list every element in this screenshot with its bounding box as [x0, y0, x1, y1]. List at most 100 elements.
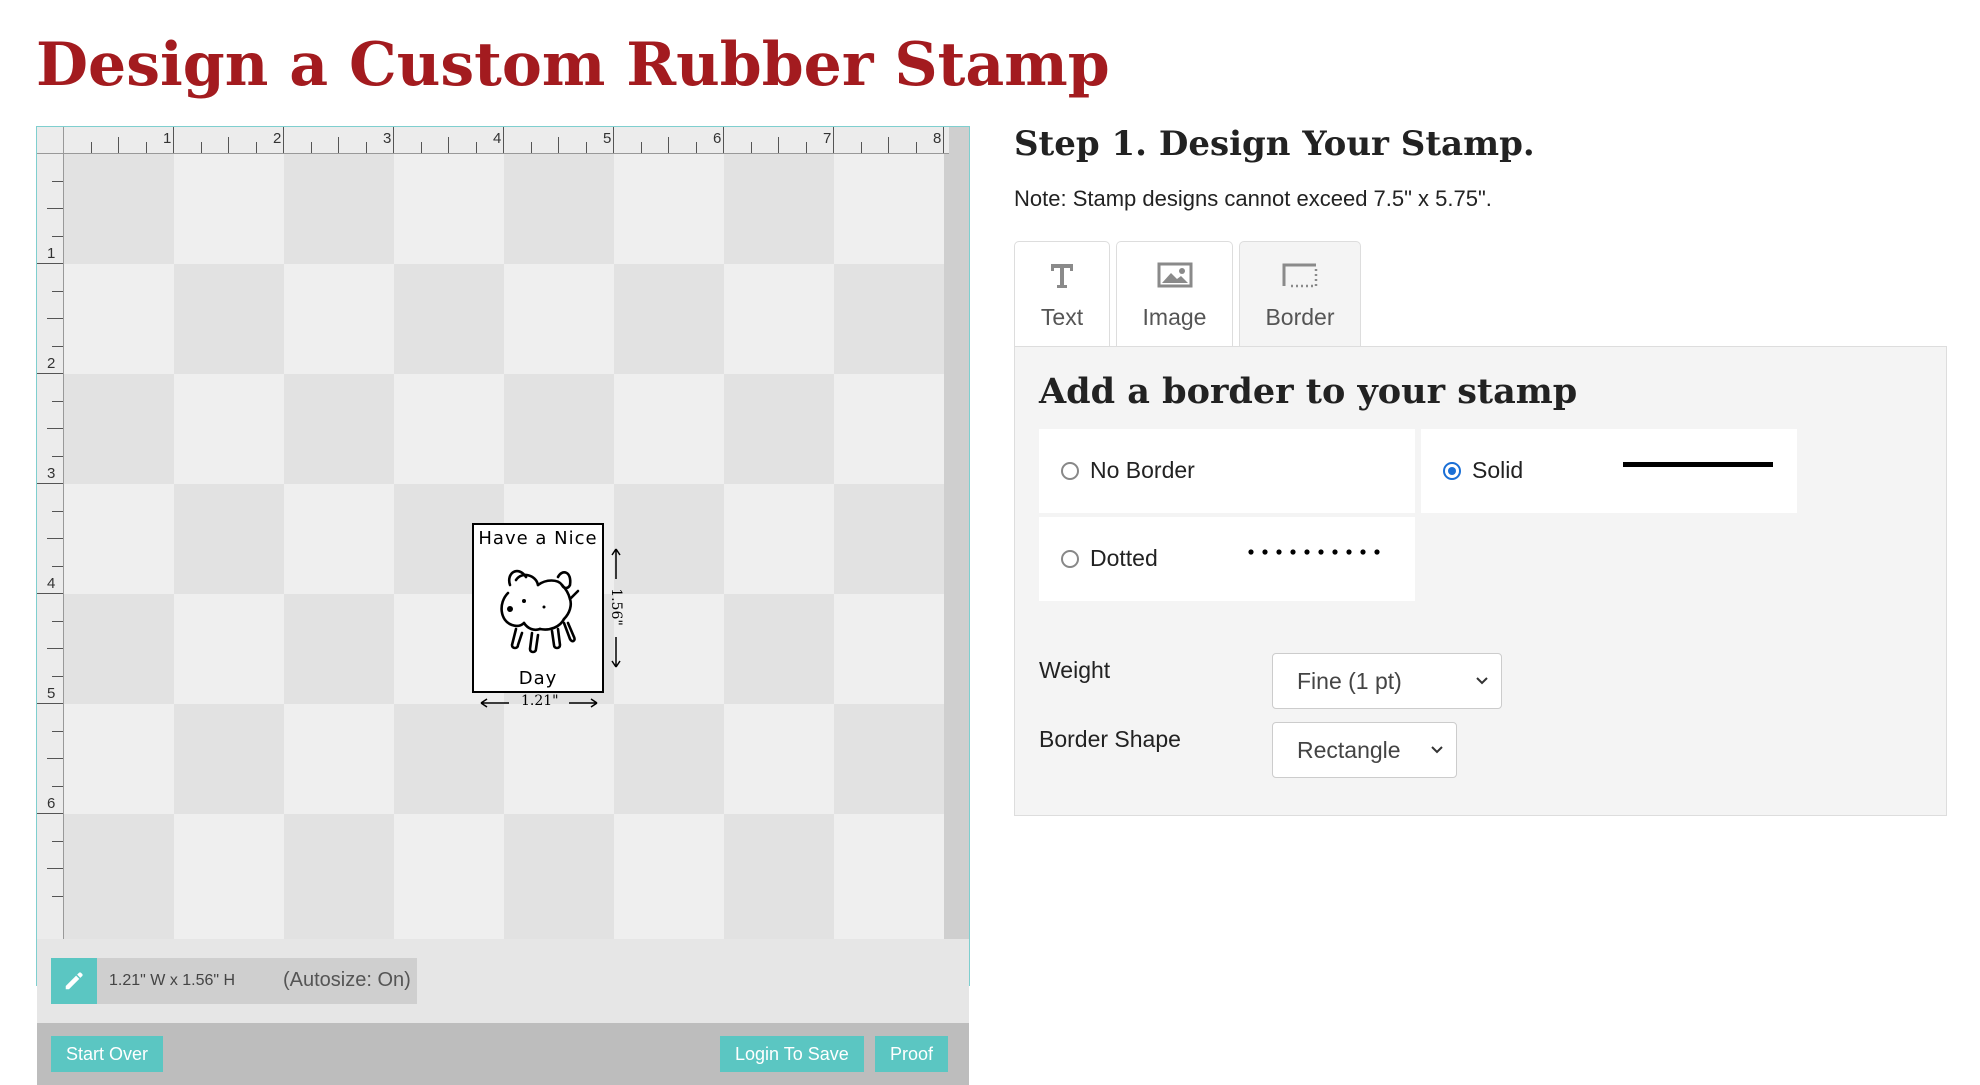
- solid-border-option[interactable]: Solid: [1421, 429, 1797, 513]
- canvas-cell: [834, 704, 944, 814]
- canvas-cell: [174, 814, 284, 939]
- proof-button[interactable]: Proof: [875, 1036, 949, 1072]
- canvas-cell: [724, 484, 834, 594]
- canvas-cell: [834, 374, 944, 484]
- canvas-cell: [614, 814, 724, 939]
- ruler-major-tick: [503, 127, 504, 153]
- ruler-major-tick: [37, 373, 63, 374]
- ruler-major-tick: [613, 127, 614, 153]
- start-over-button[interactable]: Start Over: [51, 1036, 164, 1072]
- canvas-cell: [614, 374, 724, 484]
- no-border-label: No Border: [1090, 457, 1195, 483]
- ruler-minor-tick: [52, 895, 63, 897]
- stamp-bottom-text: Day: [518, 668, 558, 689]
- no-border-option[interactable]: No Border: [1039, 429, 1415, 513]
- stamp-designer: 012345678 123456 Have a Nice: [36, 126, 970, 1085]
- ruler-number: 5: [47, 685, 56, 702]
- tab-border-label: Border: [1265, 304, 1335, 330]
- ruler-major-tick: [37, 813, 63, 814]
- canvas-cell: [834, 264, 944, 374]
- border-shape-select[interactable]: Rectangle: [1272, 722, 1457, 778]
- solid-radio[interactable]: [1443, 462, 1461, 480]
- dotted-radio[interactable]: [1061, 550, 1079, 568]
- text-icon: [1015, 260, 1109, 295]
- height-dimension: 1.56": [605, 547, 627, 669]
- canvas-cell: [394, 374, 504, 484]
- ruler-number: 3: [383, 130, 392, 147]
- canvas-cell: [174, 154, 284, 264]
- canvas-cell: [614, 594, 724, 704]
- ruler-number: 4: [493, 130, 502, 147]
- ruler-number: 4: [47, 575, 56, 592]
- tab-border[interactable]: Border: [1239, 241, 1361, 348]
- ruler-minor-tick: [52, 675, 63, 677]
- canvas-cell: [174, 704, 284, 814]
- ruler-minor-tick: [52, 620, 63, 622]
- pencil-icon: [65, 972, 83, 990]
- ruler-minor-tick: [52, 235, 63, 237]
- edit-size-button[interactable]: [51, 958, 97, 1004]
- solid-line-preview: [1623, 462, 1773, 467]
- canvas-cell: [504, 704, 614, 814]
- ruler-number: 5: [603, 130, 612, 147]
- no-border-radio[interactable]: [1061, 462, 1079, 480]
- ruler-minor-tick: [750, 142, 752, 153]
- stamp-preview[interactable]: Have a Nice Day: [472, 523, 604, 693]
- ruler-major-tick: [37, 703, 63, 704]
- weight-select[interactable]: Fine (1 pt): [1272, 653, 1502, 709]
- ruler-major-tick: [723, 127, 724, 153]
- ruler-minor-tick: [47, 868, 63, 869]
- ruler-minor-tick: [145, 142, 147, 153]
- canvas-cell: [284, 154, 394, 264]
- tab-text[interactable]: Text: [1014, 241, 1110, 347]
- canvas-cell: [64, 594, 174, 704]
- ruler-number: 1: [163, 130, 172, 147]
- border-icon: [1240, 260, 1360, 295]
- canvas-cell: [64, 374, 174, 484]
- size-text: 1.21" W x 1.56" H: [109, 972, 236, 989]
- ruler-minor-tick: [558, 137, 559, 153]
- ruler-minor-tick: [52, 730, 63, 732]
- canvas-cell: [394, 264, 504, 374]
- ruler-number: 3: [47, 465, 56, 482]
- login-to-save-button[interactable]: Login To Save: [720, 1036, 864, 1072]
- ruler-minor-tick: [52, 565, 63, 567]
- canvas-cell: [284, 814, 394, 939]
- ruler-minor-tick: [47, 428, 63, 429]
- ruler-minor-tick: [47, 208, 63, 209]
- image-icon: [1117, 260, 1232, 295]
- ruler-minor-tick: [47, 318, 63, 319]
- weight-label: Weight: [1039, 657, 1111, 683]
- canvas-cell: [614, 264, 724, 374]
- canvas-cell: [174, 374, 284, 484]
- canvas-cell: [64, 264, 174, 374]
- weight-value: Fine (1 pt): [1297, 668, 1402, 694]
- dotted-line-preview: [1248, 549, 1380, 555]
- canvas-cell: [504, 814, 614, 939]
- dog-illustration: [500, 569, 580, 654]
- canvas-cell: [614, 704, 724, 814]
- canvas-cell: [174, 264, 284, 374]
- canvas-cell: [724, 154, 834, 264]
- canvas-cell: [614, 154, 724, 264]
- ruler-minor-tick: [475, 142, 477, 153]
- ruler-minor-tick: [52, 840, 63, 842]
- canvas-cell: [724, 814, 834, 939]
- ruler-minor-tick: [585, 142, 587, 153]
- ruler-minor-tick: [47, 758, 63, 759]
- canvas-cell: [834, 154, 944, 264]
- canvas-cell: [724, 264, 834, 374]
- step-title: Step 1. Design Your Stamp.: [1014, 124, 1535, 164]
- autosize-status[interactable]: (Autosize: On): [283, 969, 411, 992]
- canvas-cell: [614, 484, 724, 594]
- canvas-cell: [834, 484, 944, 594]
- ruler-minor-tick: [52, 180, 63, 182]
- ruler-minor-tick: [52, 455, 63, 457]
- ruler-minor-tick: [640, 142, 642, 153]
- ruler-minor-tick: [448, 137, 449, 153]
- border-panel: Add a border to your stamp No Border Sol…: [1014, 346, 1947, 816]
- dotted-border-option[interactable]: Dotted: [1039, 517, 1415, 601]
- ruler-number: 1: [47, 245, 56, 262]
- tab-image[interactable]: Image: [1116, 241, 1233, 347]
- top-ruler: 012345678: [37, 127, 949, 154]
